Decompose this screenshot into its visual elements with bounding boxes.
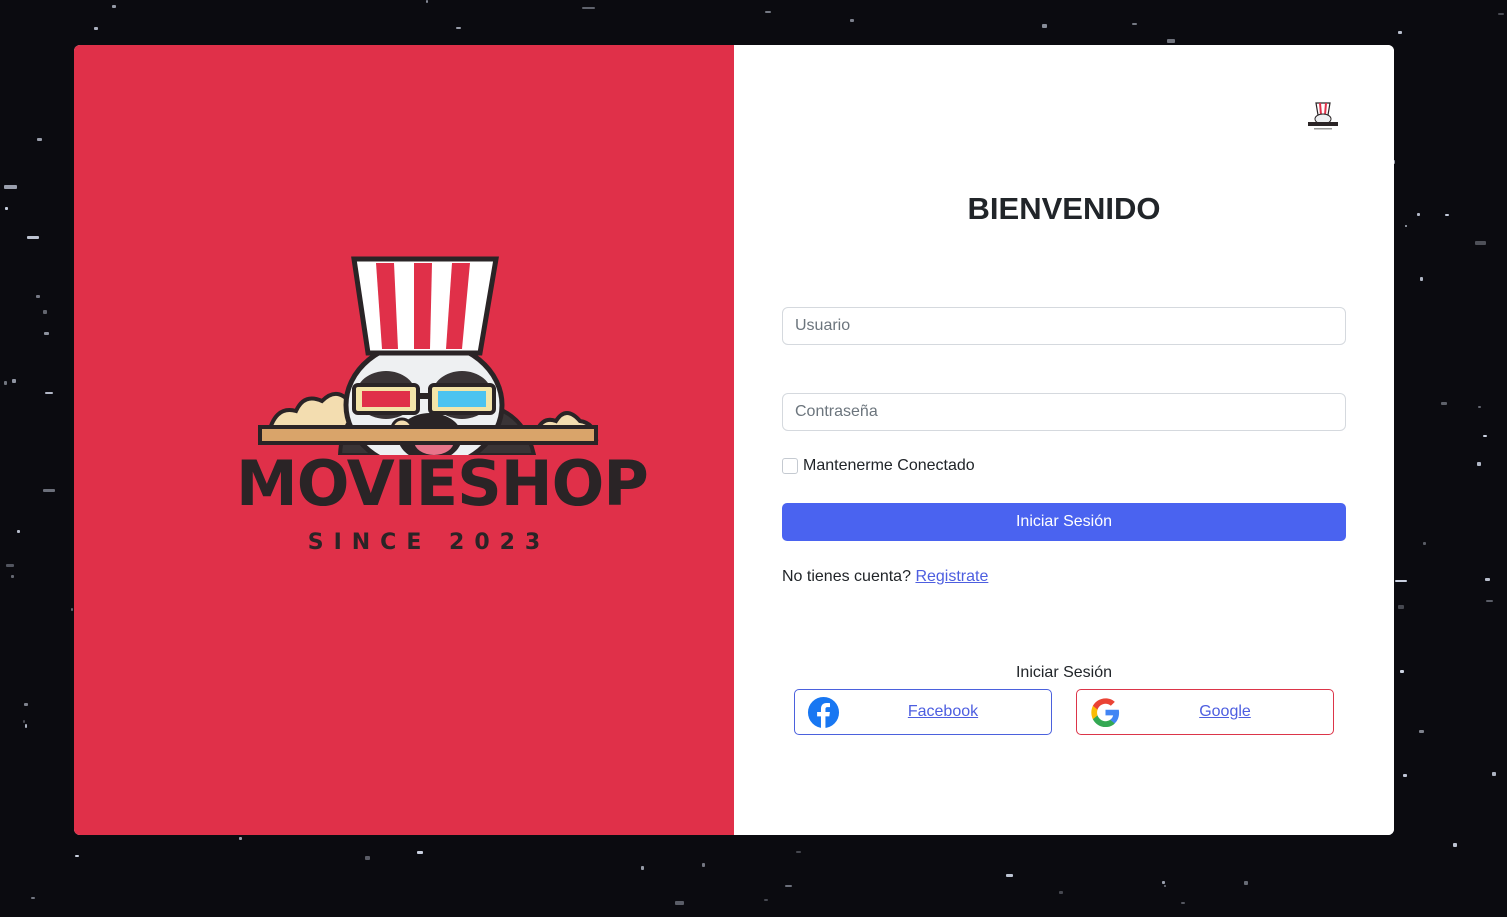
facebook-icon xyxy=(807,696,840,729)
page-title: BIENVENIDO xyxy=(967,191,1161,226)
star-speck xyxy=(1478,405,1482,408)
star-speck xyxy=(43,488,55,493)
register-link[interactable]: Registrate xyxy=(915,568,988,585)
star-speck xyxy=(75,854,79,857)
star-speck xyxy=(764,10,772,13)
popcorn-tray xyxy=(258,425,598,445)
star-speck xyxy=(111,4,117,8)
star-speck xyxy=(702,863,706,868)
star-speck xyxy=(1005,874,1013,878)
star-speck xyxy=(44,392,54,395)
star-speck xyxy=(582,6,595,10)
star-speck xyxy=(36,294,41,298)
brand-panel: MOVIESHOP SINCE 2023 xyxy=(74,45,734,835)
star-speck xyxy=(1482,434,1487,438)
star-speck xyxy=(1452,843,1457,848)
star-speck xyxy=(1166,39,1176,44)
star-speck xyxy=(1395,579,1407,583)
star-speck xyxy=(456,26,461,30)
star-speck xyxy=(3,381,7,386)
google-icon xyxy=(1091,698,1120,728)
star-speck xyxy=(1484,577,1490,582)
star-speck xyxy=(1400,669,1405,674)
star-speck xyxy=(1419,277,1424,281)
star-speck xyxy=(784,884,793,888)
star-speck xyxy=(10,575,15,578)
star-speck xyxy=(674,900,685,905)
login-form-panel: BIENVENIDO Mantenerme Conectado Iniciar … xyxy=(734,45,1394,835)
remember-checkbox[interactable] xyxy=(782,458,798,474)
star-speck xyxy=(1042,24,1047,29)
remember-me[interactable]: Mantenerme Conectado xyxy=(782,457,975,475)
star-speck xyxy=(22,720,26,723)
star-speck xyxy=(1404,224,1407,227)
star-speck xyxy=(31,896,36,899)
star-speck xyxy=(1131,22,1137,25)
username-input[interactable] xyxy=(782,307,1346,345)
login-button[interactable]: Iniciar Sesión xyxy=(782,503,1346,541)
star-speck xyxy=(796,851,802,854)
star-speck xyxy=(640,866,645,871)
star-speck xyxy=(1397,605,1404,609)
google-login-button[interactable]: Google xyxy=(1076,689,1334,735)
star-speck xyxy=(1440,402,1447,405)
star-speck xyxy=(1181,902,1185,905)
star-speck xyxy=(36,137,42,141)
star-speck xyxy=(1477,462,1482,466)
social-login-title: Iniciar Sesión xyxy=(1015,664,1113,681)
star-speck xyxy=(1497,12,1504,16)
register-prompt: No tienes cuenta? Registrate xyxy=(782,568,988,586)
star-speck xyxy=(44,331,49,336)
star-speck xyxy=(1402,773,1408,777)
movieshop-mascot-logo xyxy=(265,256,599,455)
brand-name: MOVIESHOP xyxy=(236,447,649,520)
password-input[interactable] xyxy=(782,393,1346,431)
movieshop-mini-logo xyxy=(1308,102,1338,130)
star-speck xyxy=(1058,890,1064,895)
facebook-login-button[interactable]: Facebook xyxy=(794,689,1052,735)
star-speck xyxy=(417,851,423,854)
login-card: MOVIESHOP SINCE 2023 BIENVENIDO Mantener… xyxy=(74,45,1394,835)
star-speck xyxy=(1492,772,1497,776)
remember-label: Mantenerme Conectado xyxy=(803,457,975,474)
star-speck xyxy=(1418,730,1424,734)
star-speck xyxy=(70,607,73,612)
star-speck xyxy=(17,530,20,534)
star-speck xyxy=(1397,30,1403,35)
star-speck xyxy=(4,185,17,189)
no-account-text: No tienes cuenta? xyxy=(782,568,911,585)
star-speck xyxy=(43,310,48,314)
star-speck xyxy=(27,235,39,239)
star-speck xyxy=(1162,880,1165,884)
brand-tagline: SINCE 2023 xyxy=(307,530,551,555)
star-speck xyxy=(23,702,28,707)
star-speck xyxy=(1164,884,1167,887)
star-speck xyxy=(1475,240,1486,245)
star-speck xyxy=(1485,599,1494,603)
star-speck xyxy=(849,18,855,22)
star-speck xyxy=(764,899,769,902)
star-speck xyxy=(1417,212,1420,217)
star-speck xyxy=(1445,214,1450,217)
star-speck xyxy=(425,0,428,3)
star-speck xyxy=(238,837,242,841)
star-speck xyxy=(24,724,28,728)
star-speck xyxy=(5,563,15,567)
star-speck xyxy=(5,206,8,211)
star-speck xyxy=(365,856,370,860)
star-speck xyxy=(1243,881,1249,885)
star-speck xyxy=(11,379,17,384)
star-speck xyxy=(94,26,98,31)
star-speck xyxy=(1423,542,1427,545)
